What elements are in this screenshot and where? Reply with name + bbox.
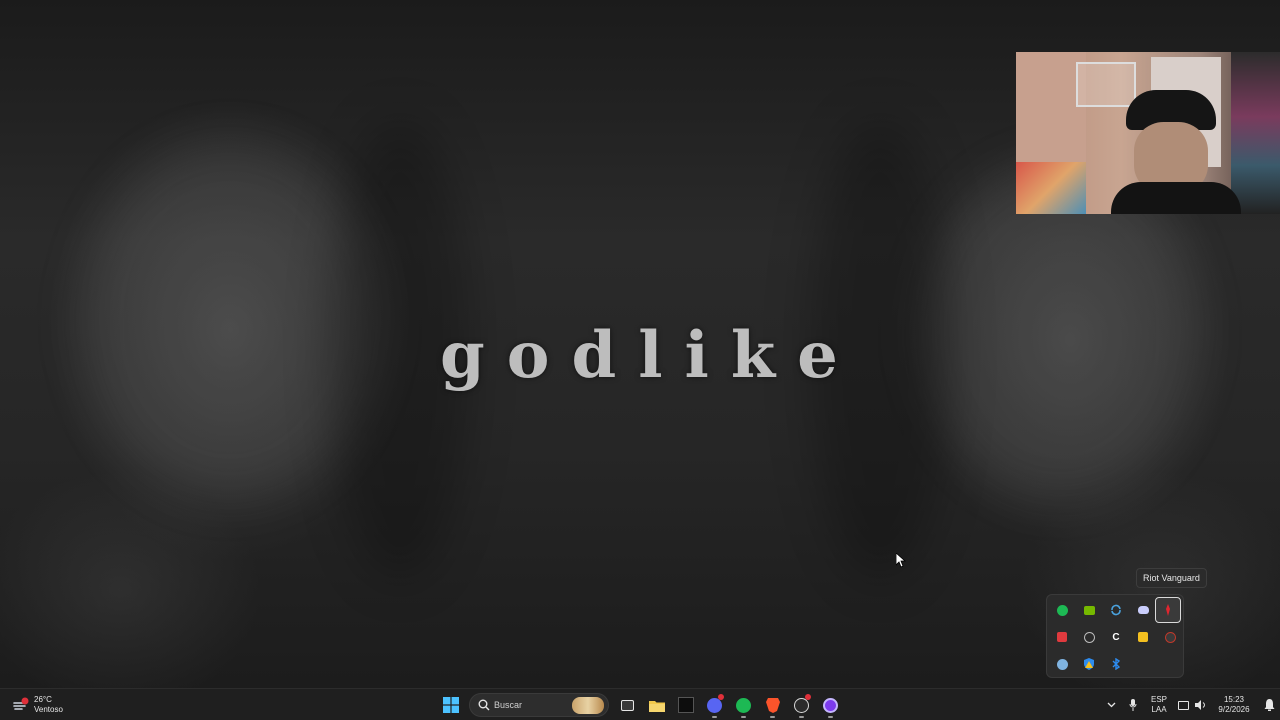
taskbar: 26°C Ventoso Buscar ESP LAA 15:23 9/2/20…: [0, 688, 1280, 720]
language-line1: ESP: [1150, 695, 1167, 704]
search-input[interactable]: Buscar: [469, 693, 609, 717]
mouse-cursor: [896, 553, 906, 568]
spotify-icon[interactable]: [1049, 597, 1075, 623]
weather-icon: [12, 696, 30, 714]
weather-widget[interactable]: 26°C Ventoso: [12, 693, 63, 717]
language-line2: LAA: [1151, 705, 1167, 714]
riot-vanguard-icon[interactable]: [1155, 597, 1181, 623]
security-shield-icon[interactable]: [1076, 651, 1102, 677]
yellow-app-icon[interactable]: [1130, 624, 1156, 650]
discord-icon[interactable]: [700, 691, 729, 719]
webcam-overlay: [1016, 52, 1280, 214]
language-indicator[interactable]: ESP LAA: [1144, 689, 1174, 720]
file-explorer-icon[interactable]: [642, 691, 671, 719]
weather-condition: Ventoso: [34, 705, 63, 714]
volume-icon[interactable]: [1192, 689, 1210, 720]
windows-icon: [442, 697, 459, 713]
tray-tooltip: Riot Vanguard: [1136, 568, 1207, 588]
weather-temp: 26°C: [34, 695, 52, 704]
show-hidden-icons-button[interactable]: [1100, 689, 1122, 720]
search-highlight-image: [572, 697, 604, 714]
search-icon: [478, 699, 490, 711]
steam-icon[interactable]: [1049, 651, 1075, 677]
brave-icon[interactable]: [758, 691, 787, 719]
wallpaper-title: godlike: [440, 318, 860, 393]
obs-icon[interactable]: [787, 691, 816, 719]
clock[interactable]: 15:23 9/2/2026: [1210, 689, 1258, 720]
red-app-icon[interactable]: [1049, 624, 1075, 650]
globe-icon[interactable]: [1076, 624, 1102, 650]
chevron-down-icon: [1107, 702, 1115, 708]
hidden-icons-flyout: C: [1046, 594, 1184, 678]
discord-icon[interactable]: [1130, 597, 1156, 623]
c-app-icon[interactable]: C: [1103, 624, 1129, 650]
clock-date: 9/2/2026: [1218, 705, 1250, 714]
start-button[interactable]: [436, 691, 465, 719]
microphone-icon[interactable]: [1122, 689, 1144, 720]
spotify-icon[interactable]: [729, 691, 758, 719]
call-of-duty-icon[interactable]: [671, 691, 700, 719]
purple-app-icon[interactable]: [816, 691, 845, 719]
network-icon[interactable]: [1174, 689, 1192, 720]
bluetooth-icon[interactable]: [1103, 651, 1129, 677]
sync-icon[interactable]: [1103, 597, 1129, 623]
clock-time: 15:23: [1223, 695, 1245, 704]
notifications-icon[interactable]: [1258, 689, 1280, 720]
task-view-icon[interactable]: [613, 691, 642, 719]
gear-dark-icon[interactable]: [1157, 624, 1183, 650]
search-placeholder: Buscar: [494, 700, 523, 710]
nvidia-icon[interactable]: [1076, 597, 1102, 623]
